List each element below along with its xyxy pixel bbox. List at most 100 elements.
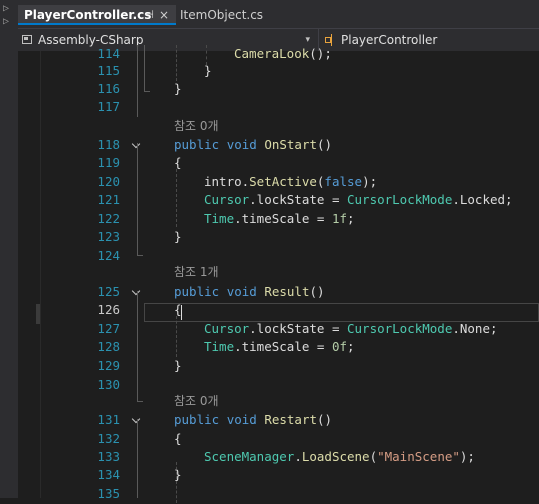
code-token: .Locked;	[452, 192, 513, 207]
code-text[interactable]: intro.SetActive(false);	[204, 173, 377, 192]
code-text[interactable]: CameraLook();	[234, 45, 332, 64]
line-number: 114	[97, 46, 120, 61]
document-tab-bar: PlayerController.cs ⊣ × ItemObject.cs	[18, 0, 539, 28]
indent-guide	[176, 169, 177, 227]
code-token: public	[174, 137, 220, 152]
indent-guide	[206, 45, 207, 65]
line-number: 132	[97, 431, 120, 446]
code-line[interactable]: 133 SceneManager.LoadScene("MainScene");	[18, 448, 539, 467]
line-number: 128	[97, 339, 120, 354]
code-token: public	[174, 284, 220, 299]
side-toolbox-strip[interactable]: ▷ ▷	[0, 0, 19, 498]
expand-properties-icon[interactable]: ▷	[3, 17, 9, 27]
line-number: 118	[97, 137, 120, 152]
code-line[interactable]: 124	[18, 247, 539, 266]
code-token: .None;	[452, 321, 498, 336]
code-token: }	[174, 81, 182, 96]
code-line[interactable]: 131 public void Restart()	[18, 411, 539, 430]
codelens-references[interactable]: 참조 0개	[174, 117, 219, 136]
code-line[interactable]: 128 Time.timeScale = 0f;	[18, 338, 539, 357]
codelens-references[interactable]: 참조 1개	[174, 263, 219, 282]
code-token: CameraLook	[234, 46, 310, 61]
code-editor[interactable]: 114 CameraLook(); 115} 116} 117 118 public voi…	[18, 45, 539, 503]
line-number: 119	[97, 155, 120, 170]
outline-line	[137, 45, 138, 117]
code-text[interactable]: public void Restart()	[174, 411, 332, 430]
code-token: Time	[204, 211, 235, 226]
line-number: 117	[97, 99, 120, 114]
line-number: 115	[97, 63, 120, 78]
code-text[interactable]: }	[174, 228, 182, 247]
line-number: 125	[97, 284, 120, 299]
code-token: "MainScene"	[377, 449, 460, 464]
line-number: 131	[97, 412, 120, 427]
tab-label: PlayerController.cs	[24, 8, 152, 22]
code-token: ;	[347, 211, 355, 226]
codelens-references[interactable]: 참조 0개	[174, 392, 219, 411]
code-text[interactable]: Time.timeScale = 0f;	[204, 338, 355, 357]
code-line[interactable]: 123}	[18, 228, 539, 247]
code-line[interactable]: 118 public void OnStart()	[18, 136, 539, 155]
code-line[interactable]: 130	[18, 376, 539, 395]
tab-label: ItemObject.cs	[180, 8, 264, 22]
code-text[interactable]: public void OnStart()	[174, 136, 332, 155]
code-line[interactable]: 125 public void Result()	[18, 283, 539, 302]
code-line[interactable]: 127 Cursor.lockState = CursorLockMode.Non…	[18, 320, 539, 339]
code-token: void	[226, 137, 257, 152]
code-token: 0f	[331, 339, 348, 354]
code-token: );	[362, 174, 378, 189]
code-line[interactable]: 132 {	[18, 430, 539, 449]
close-tab-icon[interactable]: ×	[159, 5, 169, 25]
code-line[interactable]: 121 Cursor.lockState = CursorLockMode.Loc…	[18, 191, 539, 210]
code-token: ;	[347, 339, 355, 354]
code-token: }	[174, 358, 182, 373]
code-line[interactable]: 120 intro.SetActive(false);	[18, 173, 539, 192]
outline-line	[137, 419, 138, 498]
code-line[interactable]: 134}	[18, 466, 539, 485]
code-text[interactable]: Time.timeScale = 1f;	[204, 210, 355, 229]
code-token: void	[226, 284, 257, 299]
outline-end-tick	[144, 91, 150, 92]
indent-guide	[176, 316, 177, 357]
code-token: (	[369, 449, 378, 464]
expand-toolbox-icon[interactable]: ▷	[3, 4, 9, 14]
line-number: 116	[97, 81, 120, 96]
outline-end-tick	[137, 255, 143, 256]
code-line[interactable]: 129}	[18, 357, 539, 376]
code-token: ()	[309, 284, 325, 299]
code-text[interactable]: }	[174, 357, 182, 376]
code-text[interactable]: Cursor.lockState = CursorLockMode.Locked…	[204, 191, 513, 210]
line-number: 133	[97, 449, 120, 464]
code-line[interactable]: 119 {	[18, 154, 539, 173]
code-token: SceneManager	[204, 449, 295, 464]
code-line[interactable]: 126 {	[18, 301, 539, 320]
code-token: ()	[317, 137, 333, 152]
pin-tab-icon[interactable]: ⊣	[144, 5, 154, 25]
outline-line	[144, 45, 145, 91]
code-line[interactable]: 114 CameraLook();	[18, 45, 539, 64]
code-token: Time	[204, 339, 235, 354]
tab-item-object[interactable]: ItemObject.cs	[180, 5, 263, 25]
outline-end-tick	[137, 401, 143, 402]
csharp-project-icon	[22, 35, 32, 44]
code-text[interactable]: {	[174, 430, 182, 449]
line-number: 123	[97, 229, 120, 244]
code-token: Result	[264, 284, 310, 299]
code-line[interactable]: 117	[18, 98, 539, 117]
code-text[interactable]: }	[174, 80, 182, 99]
code-token: );	[459, 449, 475, 464]
line-number: 127	[97, 321, 120, 336]
code-line[interactable]: 115}	[18, 62, 539, 81]
code-text[interactable]: Cursor.lockState = CursorLockMode.None;	[204, 320, 498, 339]
code-line[interactable]: 116}	[18, 80, 539, 99]
indent-guide	[176, 462, 177, 503]
code-line[interactable]: 135	[18, 485, 539, 504]
code-text[interactable]: public void Result()	[174, 283, 325, 302]
tab-player-controller[interactable]: PlayerController.cs ⊣ ×	[18, 5, 176, 25]
code-token: LoadScene	[301, 449, 370, 464]
code-text[interactable]: SceneManager.LoadScene("MainScene");	[204, 448, 475, 467]
indent-guide	[176, 45, 177, 81]
code-line[interactable]: 122 Time.timeScale = 1f;	[18, 210, 539, 229]
